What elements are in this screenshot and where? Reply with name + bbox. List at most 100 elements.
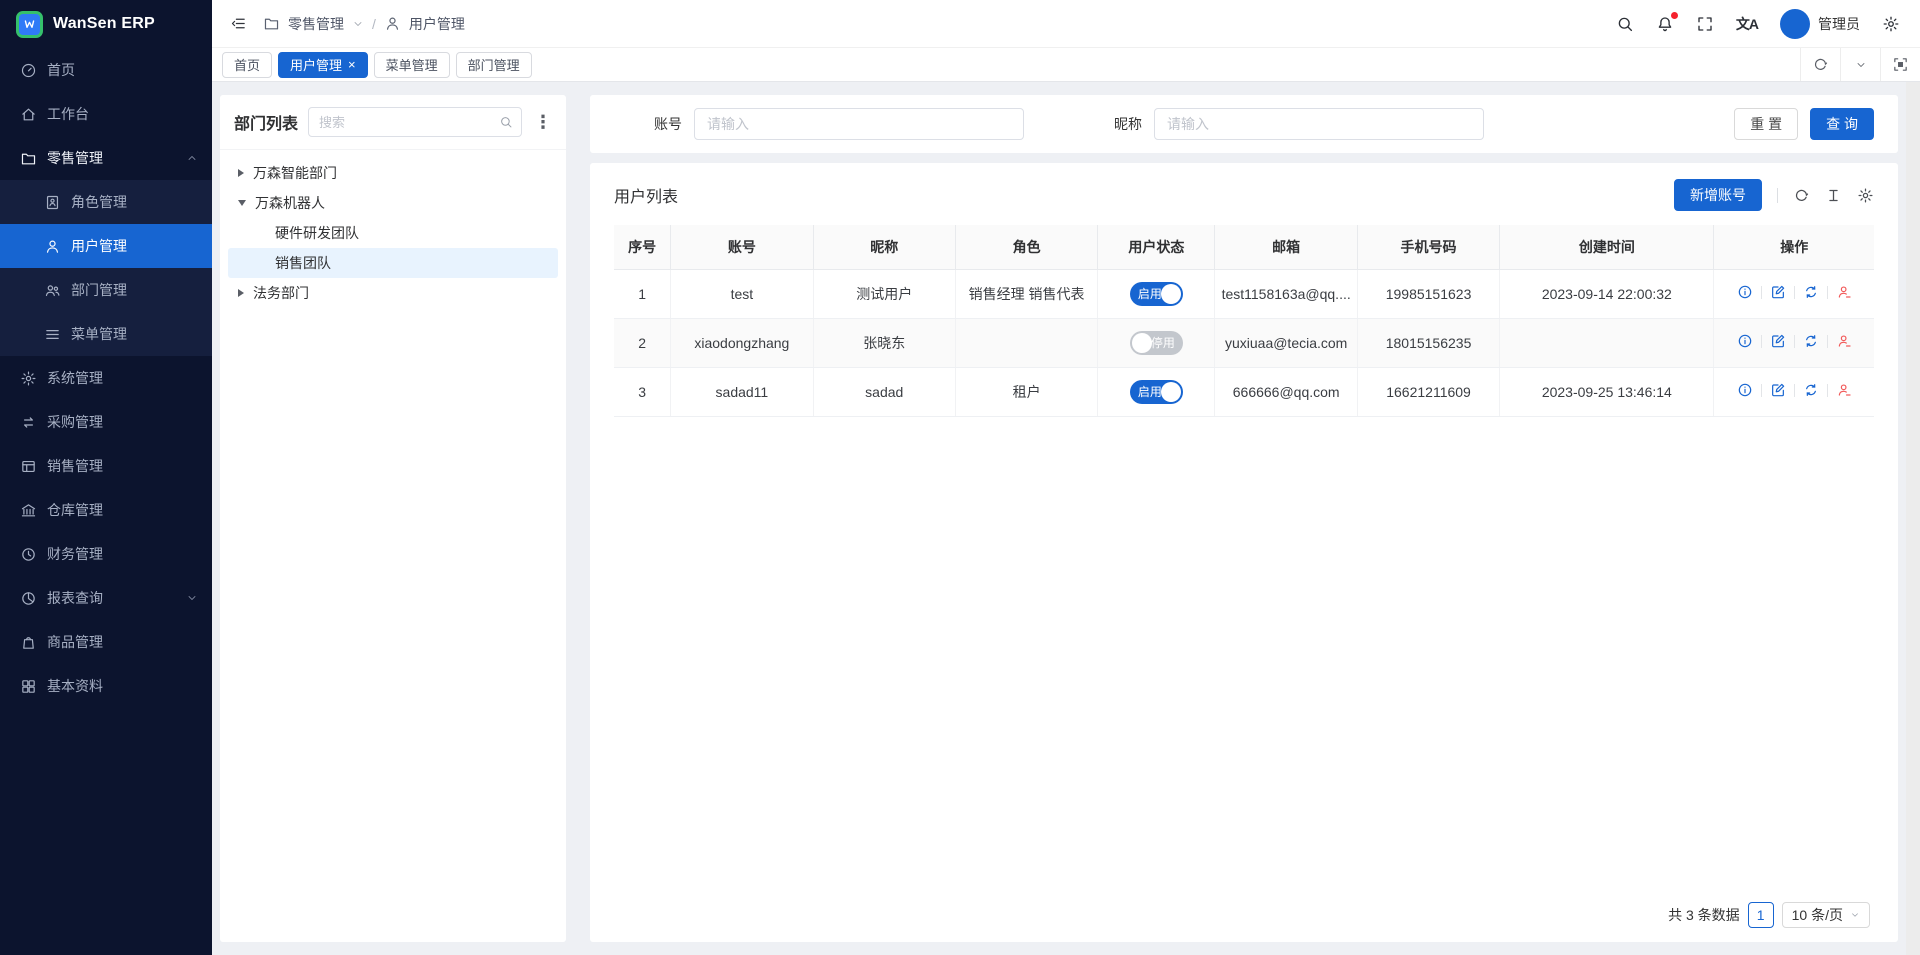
notification-dot — [1671, 12, 1678, 19]
sync-icon[interactable] — [1803, 382, 1819, 398]
search-icon[interactable] — [1616, 15, 1634, 33]
add-account-button[interactable]: 新增账号 — [1674, 179, 1762, 211]
filter-nickname-group: 昵称 — [1114, 108, 1484, 140]
fullscreen-icon[interactable] — [1696, 15, 1714, 33]
content-area: 部门列表 ⋮ 万森智能部门 万森机器人 — [212, 82, 1920, 955]
sidebar-item-reports[interactable]: 报表查询 — [0, 576, 212, 620]
remove-user-icon[interactable] — [1836, 284, 1852, 300]
gear-icon — [20, 370, 37, 387]
info-icon[interactable] — [1737, 284, 1753, 300]
account-label: 账号 — [654, 114, 682, 134]
sidebar-item-menus[interactable]: 菜单管理 — [0, 312, 212, 356]
sidebar: WanSen ERP 首页 工作台 零售管理 角色管理 用户管理 — [0, 0, 212, 955]
tab-user-management[interactable]: 用户管理 × — [278, 52, 368, 78]
sidebar-item-roles[interactable]: 角色管理 — [0, 180, 212, 224]
tab-department-management[interactable]: 部门管理 — [456, 52, 532, 78]
search-icon[interactable] — [499, 115, 513, 129]
avatar[interactable] — [1780, 9, 1810, 39]
refresh-icon[interactable] — [1800, 48, 1840, 81]
query-button[interactable]: 查 询 — [1810, 108, 1874, 140]
table-header-row: 序号 账号 昵称 角色 用户状态 邮箱 手机号码 创建时间 操作 — [614, 225, 1874, 269]
sidebar-item-home[interactable]: 首页 — [0, 48, 212, 92]
sidebar-item-label: 商品管理 — [47, 632, 103, 652]
account-input[interactable] — [694, 108, 1024, 140]
table-row: 2 xiaodongzhang 张晓东 停用 — [614, 318, 1874, 367]
sidebar-item-finance[interactable]: 财务管理 — [0, 532, 212, 576]
chevron-up-icon — [186, 152, 198, 164]
department-panel-header: 部门列表 ⋮ — [220, 95, 566, 150]
page-size-select[interactable]: 10 条/页 — [1782, 902, 1870, 928]
sidebar-item-label: 仓库管理 — [47, 500, 103, 520]
chevron-down-icon[interactable] — [352, 18, 364, 30]
sync-icon[interactable] — [1803, 333, 1819, 349]
tab-menu-management[interactable]: 菜单管理 — [374, 52, 450, 78]
edit-icon[interactable] — [1770, 382, 1786, 398]
status-toggle[interactable]: 启用 — [1130, 282, 1183, 306]
chevron-down-icon[interactable] — [1840, 48, 1880, 81]
gear-icon[interactable] — [1857, 187, 1874, 204]
scrollbar[interactable] — [1906, 82, 1920, 955]
menu-fold-icon[interactable] — [230, 15, 247, 32]
sidebar-item-label: 用户管理 — [71, 236, 127, 256]
status-toggle[interactable]: 启用 — [1130, 380, 1183, 404]
user-menu[interactable]: 管理员 — [1780, 9, 1860, 39]
translate-icon[interactable]: 文A — [1736, 14, 1758, 34]
more-options-icon[interactable]: ⋮ — [532, 113, 554, 131]
caret-right-icon[interactable] — [238, 289, 244, 297]
folder-icon — [263, 15, 280, 32]
status-toggle[interactable]: 停用 — [1130, 331, 1183, 355]
pagination-total: 共 3 条数据 — [1668, 905, 1740, 925]
tree-node[interactable]: 万森智能部门 — [228, 158, 558, 188]
sidebar-item-workbench[interactable]: 工作台 — [0, 92, 212, 136]
breadcrumb: 零售管理 / 用户管理 — [263, 14, 465, 34]
sidebar-item-retail[interactable]: 零售管理 — [0, 136, 212, 180]
tree-node[interactable]: 法务部门 — [228, 278, 558, 308]
divider — [1777, 188, 1778, 203]
user-icon — [44, 238, 61, 255]
sidebar-item-purchase[interactable]: 采购管理 — [0, 400, 212, 444]
tab-home[interactable]: 首页 — [222, 52, 272, 78]
sidebar-item-label: 基本资料 — [47, 676, 103, 696]
sidebar-item-users[interactable]: 用户管理 — [0, 224, 212, 268]
breadcrumb-separator: / — [372, 16, 376, 32]
sync-icon[interactable] — [1803, 284, 1819, 300]
department-search-input[interactable] — [319, 115, 499, 130]
info-icon[interactable] — [1737, 333, 1753, 349]
sidebar-item-sales[interactable]: 销售管理 — [0, 444, 212, 488]
breadcrumb-current: 用户管理 — [409, 14, 465, 34]
remove-user-icon[interactable] — [1836, 382, 1852, 398]
filter-bar: 账号 昵称 重 置 查 询 — [590, 95, 1898, 153]
refresh-icon[interactable] — [1793, 187, 1810, 204]
sidebar-item-system[interactable]: 系统管理 — [0, 356, 212, 400]
menu-list-icon — [44, 326, 61, 343]
page-number[interactable]: 1 — [1748, 902, 1774, 928]
column-role: 角色 — [955, 225, 1097, 269]
column-no: 序号 — [614, 225, 671, 269]
close-icon[interactable]: × — [348, 58, 356, 71]
user-list-card: 用户列表 新增账号 — [590, 163, 1898, 942]
tree-node[interactable]: 硬件研发团队 — [228, 218, 558, 248]
tree-node-selected[interactable]: 销售团队 — [228, 248, 558, 278]
caret-right-icon[interactable] — [238, 169, 244, 177]
sidebar-item-warehouse[interactable]: 仓库管理 — [0, 488, 212, 532]
table-row: 1 test 测试用户 销售经理 销售代表 启用 — [614, 269, 1874, 318]
reset-button[interactable]: 重 置 — [1734, 108, 1798, 140]
edit-icon[interactable] — [1770, 333, 1786, 349]
sidebar-item-goods[interactable]: 商品管理 — [0, 620, 212, 664]
gear-icon[interactable] — [1882, 15, 1900, 33]
breadcrumb-root[interactable]: 零售管理 — [288, 14, 344, 34]
sidebar-item-basic-data[interactable]: 基本资料 — [0, 664, 212, 708]
remove-user-icon[interactable] — [1836, 333, 1852, 349]
nickname-input[interactable] — [1154, 108, 1484, 140]
tree-node[interactable]: 万森机器人 — [228, 188, 558, 218]
column-email: 邮箱 — [1215, 225, 1357, 269]
sidebar-item-departments[interactable]: 部门管理 — [0, 268, 212, 312]
sidebar-item-label: 采购管理 — [47, 412, 103, 432]
caret-down-icon[interactable] — [238, 200, 246, 206]
maximize-icon[interactable] — [1880, 48, 1920, 81]
info-icon[interactable] — [1737, 382, 1753, 398]
notification-bell-icon[interactable] — [1656, 15, 1674, 33]
row-height-icon[interactable] — [1825, 187, 1842, 204]
edit-icon[interactable] — [1770, 284, 1786, 300]
user-list-header: 用户列表 新增账号 — [614, 173, 1874, 217]
